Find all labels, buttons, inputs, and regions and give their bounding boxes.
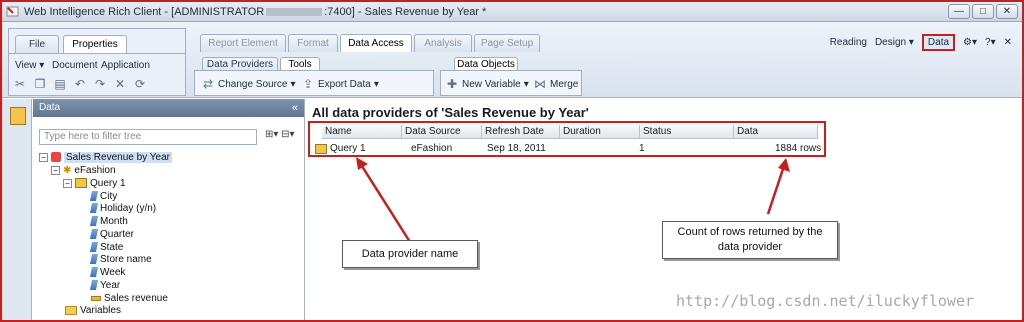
callout-row-count: Count of rows returned by the data provi… xyxy=(662,221,838,259)
callout-provider-name: Data provider name xyxy=(342,240,478,268)
annotation-arrows xyxy=(356,157,790,243)
arrow-head-count xyxy=(778,158,790,172)
arrow-row-count xyxy=(766,165,786,215)
watermark-text: http://blog.csdn.net/iluckyflower xyxy=(676,292,975,310)
arrow-provider-name xyxy=(358,162,412,243)
